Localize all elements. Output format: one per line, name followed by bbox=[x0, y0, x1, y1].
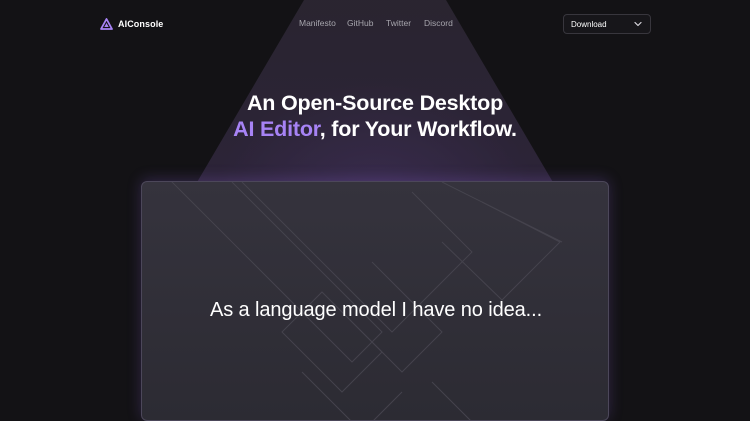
download-label: Download bbox=[571, 19, 607, 29]
nav-link-twitter[interactable]: Twitter bbox=[386, 18, 411, 28]
brand-logo[interactable]: AIConsole bbox=[100, 16, 163, 32]
preview-card: As a language model I have no idea... bbox=[141, 181, 609, 421]
top-navigation: AIConsole Manifesto GitHub Twitter Disco… bbox=[0, 0, 750, 48]
chevron-down-icon bbox=[634, 21, 642, 27]
brand-name: AIConsole bbox=[118, 19, 164, 29]
nav-link-manifesto[interactable]: Manifesto bbox=[299, 18, 336, 28]
hero-line-1: An Open-Source Desktop bbox=[246, 91, 504, 115]
preview-text: As a language model I have no idea... bbox=[209, 299, 543, 321]
hero-heading: An Open-Source Desktop AI Editor, for Yo… bbox=[0, 90, 750, 142]
nav-link-github[interactable]: GitHub bbox=[347, 18, 373, 28]
hero-accent: AI Editor bbox=[233, 117, 320, 141]
hero-line-2: , for Your Workflow. bbox=[319, 117, 517, 141]
nav-link-discord[interactable]: Discord bbox=[424, 18, 453, 28]
triangle-logo-icon bbox=[100, 18, 113, 30]
download-dropdown[interactable]: Download bbox=[563, 14, 651, 34]
